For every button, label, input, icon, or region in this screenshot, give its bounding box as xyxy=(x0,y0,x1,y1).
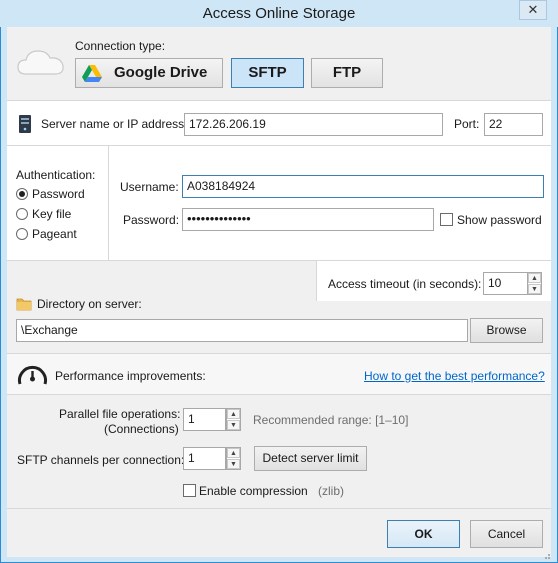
timeout-input[interactable]: 10 xyxy=(483,272,528,295)
sftp-button[interactable]: SFTP xyxy=(231,58,304,88)
checkbox-box[interactable] xyxy=(440,213,453,226)
parallel-sublabel: (Connections) xyxy=(104,422,179,436)
spin-up-icon[interactable]: ▲ xyxy=(227,409,240,419)
compression-hint: (zlib) xyxy=(318,484,344,498)
radio-circle[interactable] xyxy=(16,228,28,240)
sftp-label: SFTP xyxy=(248,64,287,81)
compression-label: Enable compression xyxy=(199,484,308,498)
radio-circle[interactable] xyxy=(16,188,28,200)
vertical-divider xyxy=(108,146,109,260)
parallel-label: Parallel file operations: xyxy=(59,407,181,421)
radio-key-file[interactable]: Key file xyxy=(16,207,106,223)
parallel-spinner[interactable]: ▲ ▼ xyxy=(226,408,241,431)
folder-icon xyxy=(16,298,32,311)
cancel-button[interactable]: Cancel xyxy=(470,520,543,548)
timeout-spinner[interactable]: ▲ ▼ xyxy=(527,272,542,295)
port-input[interactable]: 22 xyxy=(484,113,543,136)
divider xyxy=(7,508,551,509)
parallel-input[interactable]: 1 xyxy=(183,408,226,431)
username-label: Username: xyxy=(120,180,179,194)
speedometer-icon xyxy=(18,366,47,385)
server-icon xyxy=(19,115,31,133)
directory-label: Directory on server: xyxy=(37,297,142,311)
show-password-checkbox[interactable]: Show password xyxy=(440,212,544,228)
resize-grip-icon[interactable] xyxy=(541,550,551,560)
directory-input[interactable]: \Exchange xyxy=(16,319,468,342)
vertical-divider xyxy=(316,261,317,301)
divider xyxy=(7,100,551,101)
ftp-label: FTP xyxy=(332,64,362,81)
radio-password-label: Password xyxy=(32,187,85,201)
ok-button[interactable]: OK xyxy=(387,520,460,548)
close-button[interactable]: ✕ xyxy=(519,0,547,20)
google-drive-label: Google Drive xyxy=(114,64,208,81)
channels-spinner[interactable]: ▲ ▼ xyxy=(226,447,241,470)
detect-server-limit-button[interactable]: Detect server limit xyxy=(254,446,367,471)
browse-button[interactable]: Browse xyxy=(470,318,543,343)
radio-pageant-label: Pageant xyxy=(32,227,77,241)
parallel-hint: Recommended range: [1–10] xyxy=(253,413,409,427)
ftp-button[interactable]: FTP xyxy=(311,58,383,88)
spin-down-icon[interactable]: ▼ xyxy=(227,459,240,469)
show-password-label: Show password xyxy=(457,213,542,227)
channels-input[interactable]: 1 xyxy=(183,447,226,470)
password-input[interactable]: •••••••••••••• xyxy=(182,208,434,231)
server-address-input[interactable]: 172.26.206.19 xyxy=(184,113,443,136)
channels-label: SFTP channels per connection: xyxy=(17,453,185,467)
server-label: Server name or IP address: xyxy=(41,117,188,131)
radio-password[interactable]: Password xyxy=(16,187,106,203)
timeout-label: Access timeout (in seconds): xyxy=(328,277,482,291)
performance-label: Performance improvements: xyxy=(55,369,206,383)
radio-pageant[interactable]: Pageant xyxy=(16,227,106,243)
window-title: Access Online Storage xyxy=(202,5,356,22)
radio-key-file-label: Key file xyxy=(32,207,72,221)
close-icon: ✕ xyxy=(527,2,539,17)
checkbox-box[interactable] xyxy=(183,484,196,497)
spin-down-icon[interactable]: ▼ xyxy=(528,284,541,294)
cloud-icon xyxy=(17,50,64,75)
radio-circle[interactable] xyxy=(16,208,28,220)
google-drive-icon xyxy=(82,65,102,82)
divider xyxy=(7,394,551,395)
google-drive-button[interactable]: Google Drive xyxy=(75,58,223,88)
username-input[interactable]: A038184924 xyxy=(182,175,544,198)
spin-up-icon[interactable]: ▲ xyxy=(227,448,240,458)
connection-type-label: Connection type: xyxy=(75,39,166,53)
best-performance-link[interactable]: How to get the best performance? xyxy=(364,369,545,383)
spin-up-icon[interactable]: ▲ xyxy=(528,273,541,283)
password-label: Password: xyxy=(123,213,180,227)
spin-down-icon[interactable]: ▼ xyxy=(227,420,240,430)
authentication-label: Authentication: xyxy=(16,168,96,182)
port-label: Port: xyxy=(454,117,480,131)
